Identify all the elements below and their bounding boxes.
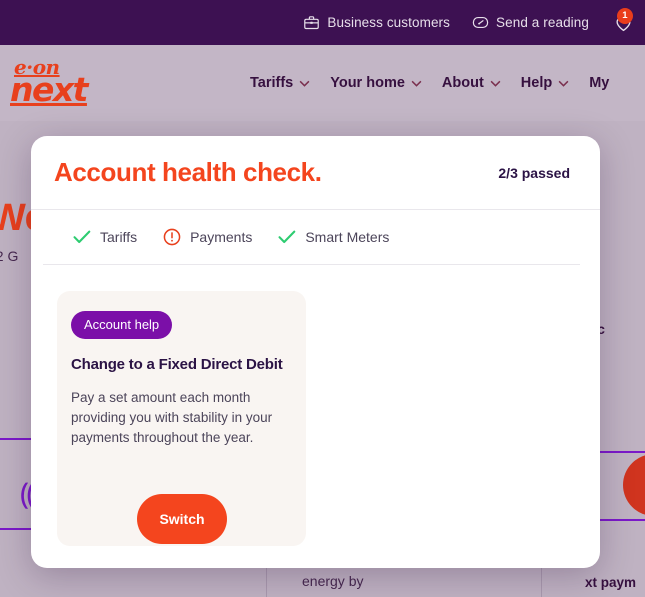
send-a-reading-label: Send a reading xyxy=(496,15,589,30)
nav-item-your-home-label: Your home xyxy=(330,75,405,91)
logo-line-next: next xyxy=(10,70,88,109)
briefcase-icon xyxy=(303,14,320,31)
promo-body: Pay a set amount each month providing yo… xyxy=(71,390,273,445)
hero-subheading: 92 G xyxy=(0,248,19,264)
nav-item-help-label: Help xyxy=(520,75,553,91)
top-utility-bar: Business customers Send a reading 1 xyxy=(0,0,645,45)
business-customers-label: Business customers xyxy=(327,15,451,30)
promo-card: Account help Change to a Fixed Direct De… xyxy=(57,291,306,546)
status-label-payments: Payments xyxy=(190,229,253,245)
nav-item-about-label: About xyxy=(441,75,484,91)
speedometer-icon xyxy=(472,14,489,31)
health-check-status-row: Tariffs Payments Smart Meters xyxy=(43,210,580,265)
chevron-down-icon xyxy=(558,80,569,87)
status-item-payments[interactable]: Payments xyxy=(163,228,252,246)
status-item-tariffs[interactable]: Tariffs xyxy=(73,229,137,245)
favourites-link[interactable]: 1 xyxy=(611,7,637,36)
health-check-score: 2/3 passed xyxy=(498,164,570,181)
chevron-down-icon xyxy=(490,80,501,87)
nav-item-my-account-label: My xyxy=(589,75,610,91)
nav-item-tariffs[interactable]: Tariffs xyxy=(250,75,310,91)
nav-item-help[interactable]: Help xyxy=(521,75,569,91)
switch-button[interactable]: Switch xyxy=(137,494,227,544)
account-health-check-modal: Account health check. 2/3 passed Tariffs… xyxy=(31,136,600,568)
chevron-down-icon xyxy=(411,80,422,87)
send-a-reading-link[interactable]: Send a reading xyxy=(472,14,589,31)
check-icon xyxy=(73,230,91,244)
promo-title: Change to a Fixed Direct Debit xyxy=(71,356,283,373)
check-icon xyxy=(278,230,296,244)
nav-item-about[interactable]: About xyxy=(442,75,501,91)
business-customers-link[interactable]: Business customers xyxy=(303,14,450,31)
nav-item-your-home[interactable]: Your home xyxy=(330,75,422,91)
modal-title: Account health check. xyxy=(54,157,322,187)
favourites-badge: 1 xyxy=(617,7,633,24)
status-label-tariffs: Tariffs xyxy=(100,229,138,245)
carousel-next-button[interactable] xyxy=(578,461,600,527)
favourites-wrapper[interactable]: 1 xyxy=(611,7,637,36)
primary-nav: Tariffs Your home About Help My xyxy=(250,45,609,121)
modal-header: Account health check. 2/3 passed xyxy=(31,136,600,210)
chevron-right-icon xyxy=(578,461,600,527)
right-card-circle xyxy=(623,454,645,516)
bottom-strip-text: energy by xyxy=(302,573,364,589)
main-navbar: e·on next Tariffs Your home About Help M… xyxy=(0,45,645,121)
chevron-down-icon xyxy=(299,80,310,87)
status-item-smart-meters[interactable]: Smart Meters xyxy=(278,229,389,245)
exclamation-circle-icon xyxy=(163,228,181,246)
status-label-smart-meters: Smart Meters xyxy=(305,229,390,245)
nav-item-my-account[interactable]: My xyxy=(589,75,609,91)
promo-category-pill: Account help xyxy=(71,311,173,339)
nav-item-tariffs-label: Tariffs xyxy=(250,75,294,91)
eon-next-logo[interactable]: e·on next xyxy=(10,57,108,109)
